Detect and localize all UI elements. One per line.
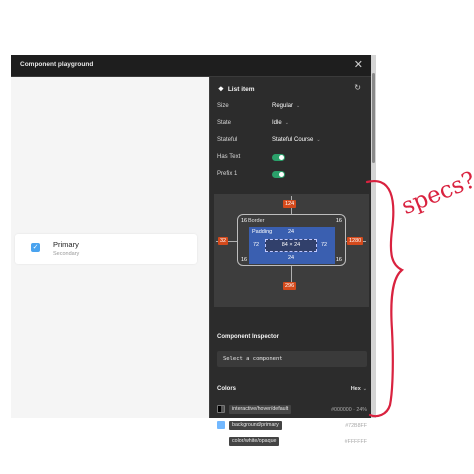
- color-value-white: #FFFFFF: [344, 439, 367, 445]
- window-title: Component playground: [20, 61, 94, 68]
- close-icon[interactable]: ✕: [354, 58, 363, 72]
- title-bar: Component playground ✕: [11, 55, 371, 77]
- color-token-white[interactable]: color/white/opaque: [229, 437, 280, 446]
- color-swatch-hover: [217, 405, 225, 413]
- color-swatch-white: [217, 437, 225, 445]
- has-text-label: Has Text: [217, 154, 241, 160]
- size-dropdown[interactable]: Regular ⌄: [272, 103, 300, 109]
- size-value: Regular: [272, 103, 294, 109]
- colors-title: Colors: [217, 386, 237, 392]
- refresh-icon[interactable]: ↻: [354, 83, 361, 92]
- padding-left-value: 72: [253, 242, 260, 248]
- padding-box: Padding 24 24 72 72 84 × 24: [249, 227, 335, 264]
- state-value: Idle: [272, 120, 282, 126]
- list-item-secondary-text: Secondary: [53, 251, 80, 257]
- chevron-down-icon: ⌄: [284, 120, 289, 126]
- preview-canvas: ✓ Primary Secondary: [11, 77, 209, 418]
- border-radius-top-right: 16: [335, 218, 342, 224]
- color-swatch-background-primary: [217, 421, 225, 429]
- component-playground-window: Component playground ✕ ✓ Primary Seconda…: [11, 55, 371, 446]
- list-item-preview[interactable]: ✓ Primary Secondary: [15, 234, 197, 264]
- has-text-toggle[interactable]: [272, 154, 285, 161]
- margin-bottom-badge: 296: [283, 282, 297, 290]
- stateful-value: Stateful Course: [272, 137, 314, 143]
- stateful-label: Stateful: [217, 137, 238, 143]
- prefix-label: Prefix 1: [217, 171, 238, 177]
- checkbox-checked-icon[interactable]: ✓: [31, 243, 40, 252]
- color-token-hover[interactable]: interactive/hover/default: [229, 405, 292, 414]
- inspector-placeholder: Select a component: [223, 356, 283, 362]
- color-token-background-primary[interactable]: background/primary: [229, 421, 282, 430]
- spacing-specs-diagram: 124 296 32 1280 Border 16 16 16 16 Paddi…: [214, 194, 369, 307]
- margin-right-badge: 1280: [347, 237, 364, 245]
- chevron-down-icon: ⌄: [316, 137, 321, 143]
- border-radius-bottom-right: 16: [335, 257, 342, 263]
- padding-bottom-value: 24: [288, 255, 295, 261]
- size-label: Size: [217, 103, 229, 109]
- border-label: Border: [248, 218, 265, 224]
- stateful-dropdown[interactable]: Stateful Course ⌄: [272, 137, 321, 143]
- padding-right-value: 72: [321, 242, 328, 248]
- scrollbar-thumb[interactable]: [372, 73, 375, 163]
- border-radius-bottom-left: 16: [241, 257, 248, 263]
- padding-top-value: 24: [288, 229, 295, 235]
- state-dropdown[interactable]: Idle ⌄: [272, 120, 289, 126]
- properties-panel: ❖ List item ↻ Size Regular ⌄ State Idle ⌄ S…: [210, 77, 371, 446]
- margin-left-badge: 32: [218, 237, 229, 245]
- border-radius-top-left: 16: [241, 218, 248, 224]
- panel-title: List item: [227, 86, 255, 93]
- border-box: Border 16 16 16 16 Padding 24 24 72 72 8…: [237, 214, 346, 266]
- component-inspector-title: Component Inspector: [217, 334, 280, 340]
- panel-header: ❖ List item: [218, 85, 255, 93]
- prefix-toggle[interactable]: [272, 171, 285, 178]
- color-format-value: Hex: [350, 386, 361, 392]
- state-label: State: [217, 120, 232, 126]
- padding-label: Padding: [252, 229, 273, 235]
- brace-path: [365, 179, 405, 418]
- margin-top-badge: 124: [283, 200, 297, 208]
- chevron-down-icon: ⌄: [296, 103, 301, 109]
- component-inspector-field[interactable]: Select a component: [217, 351, 367, 367]
- component-diamond-icon: ❖: [218, 86, 224, 93]
- list-item-primary-text: Primary: [53, 240, 79, 249]
- content-size-box: 84 × 24: [265, 239, 317, 252]
